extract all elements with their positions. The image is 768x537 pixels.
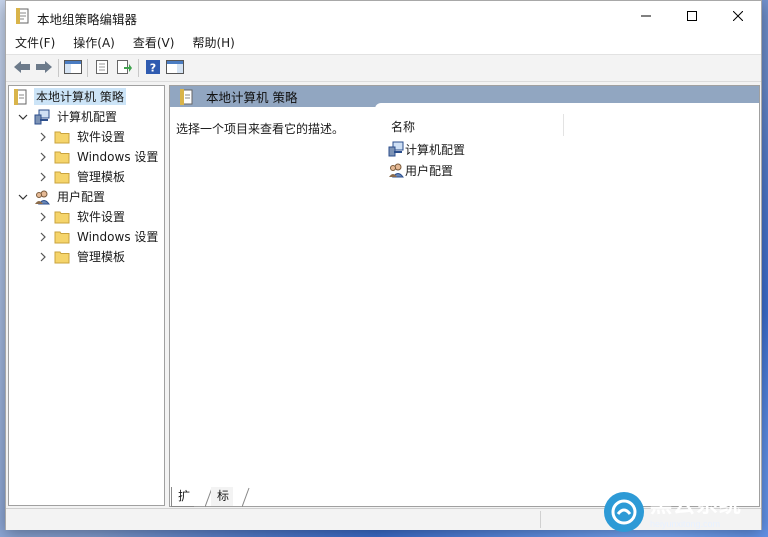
tree-item-user-windows-settings[interactable]: Windows 设置 xyxy=(37,227,160,246)
list-item-user-config[interactable]: 用户配置 xyxy=(388,161,453,179)
description-text: 选择一个项目来查看它的描述。 xyxy=(176,122,345,136)
export-list-icon xyxy=(116,59,132,78)
watermark-logo-icon xyxy=(604,492,644,532)
chevron-down-icon[interactable] xyxy=(17,191,29,203)
list-item-label: 计算机配置 xyxy=(405,142,466,157)
export-list-button[interactable] xyxy=(113,57,135,79)
tree-item-computer-admin-templates[interactable]: 管理模板 xyxy=(37,167,127,186)
toolbar-separator xyxy=(138,59,139,77)
watermark-url: heiyunxitong.com xyxy=(650,519,721,529)
tree-item-computer-windows-settings[interactable]: Windows 设置 xyxy=(37,147,160,166)
show-hide-console-tree-button[interactable] xyxy=(62,57,84,79)
menu-bar: 文件(F) 操作(A) 查看(V) 帮助(H) xyxy=(6,32,761,54)
toolbar-separator xyxy=(87,59,88,77)
tree-item-computer-software-settings[interactable]: 软件设置 xyxy=(37,127,127,146)
tree-item-label: Windows 设置 xyxy=(77,150,159,164)
tree-item-label: 软件设置 xyxy=(77,210,126,224)
tree-item-label: 用户配置 xyxy=(57,190,106,204)
properties-button[interactable] xyxy=(91,57,113,79)
folder-icon xyxy=(54,129,70,145)
watermark-title: 黑云系统 xyxy=(650,493,743,518)
minimize-icon xyxy=(641,10,651,24)
chevron-right-icon[interactable] xyxy=(37,171,49,183)
show-hide-action-pane-button[interactable] xyxy=(164,57,186,79)
policy-document-icon xyxy=(16,8,30,24)
minimize-button[interactable] xyxy=(623,1,669,32)
maximize-icon xyxy=(687,10,697,24)
details-header-title: 本地计算机 策略 xyxy=(206,90,298,105)
toolbar-separator xyxy=(58,59,59,77)
title-bar[interactable]: 本地组策略编辑器 xyxy=(6,1,761,32)
console-tree[interactable]: 本地计算机 策略 计算机配置 软件设置 Windows 设置 管理模板 用户配置… xyxy=(8,85,165,506)
policy-document-icon xyxy=(180,88,194,105)
help-button[interactable]: ? xyxy=(142,57,164,79)
chevron-down-icon[interactable] xyxy=(17,111,29,123)
watermark: 黑云系统 heiyunxitong.com xyxy=(604,487,764,537)
item-list: 名称 计算机配置 用户配置 xyxy=(375,103,759,506)
list-item-computer-config[interactable]: 计算机配置 xyxy=(388,140,465,158)
window-title: 本地组策略编辑器 xyxy=(37,12,138,27)
tree-item-label: 计算机配置 xyxy=(57,110,118,124)
gpedit-window: 本地组策略编辑器 文件(F) 操作(A) 查看(V) 帮助(H) ? 本地计算机… xyxy=(5,0,762,530)
tree-item-label: 本地计算机 策略 xyxy=(34,88,126,105)
menu-file[interactable]: 文件(F) xyxy=(6,32,63,54)
tab-extended[interactable]: 扩展 xyxy=(171,487,195,522)
properties-icon xyxy=(94,59,110,78)
maximize-button[interactable] xyxy=(669,1,715,32)
tree-item-label: Windows 设置 xyxy=(77,230,159,244)
column-divider[interactable] xyxy=(563,114,564,136)
tree-item-computer-config[interactable]: 计算机配置 xyxy=(17,107,119,126)
folder-icon xyxy=(54,249,70,265)
folder-icon xyxy=(54,169,70,185)
tree-item-label: 管理模板 xyxy=(77,170,126,184)
tree-item-label: 软件设置 xyxy=(77,130,126,144)
chevron-right-icon[interactable] xyxy=(37,251,49,263)
chevron-right-icon[interactable] xyxy=(37,151,49,163)
users-icon xyxy=(34,189,50,205)
chevron-right-icon[interactable] xyxy=(37,211,49,223)
close-button[interactable] xyxy=(715,1,761,32)
folder-icon xyxy=(54,209,70,225)
users-icon xyxy=(388,162,404,178)
computer-icon xyxy=(34,109,50,125)
tab-standard[interactable]: 标准 xyxy=(211,487,234,522)
action-pane-icon xyxy=(166,59,184,78)
chevron-right-icon[interactable] xyxy=(37,131,49,143)
console-tree-icon xyxy=(64,59,82,78)
folder-icon xyxy=(54,149,70,165)
tree-item-user-admin-templates[interactable]: 管理模板 xyxy=(37,247,127,266)
list-item-label: 用户配置 xyxy=(405,163,454,178)
menu-help[interactable]: 帮助(H) xyxy=(183,32,242,54)
menu-action[interactable]: 操作(A) xyxy=(64,32,123,54)
folder-icon xyxy=(54,229,70,245)
tree-item-user-config[interactable]: 用户配置 xyxy=(17,187,107,206)
tab-divider xyxy=(241,487,250,508)
policy-document-icon xyxy=(13,88,29,105)
forward-arrow-icon xyxy=(35,60,53,77)
computer-icon xyxy=(388,141,404,157)
tree-item-local-computer-policy[interactable]: 本地计算机 策略 xyxy=(13,87,126,106)
back-arrow-icon xyxy=(13,60,31,77)
toolbar: ? xyxy=(6,54,761,82)
back-button[interactable] xyxy=(11,57,33,79)
status-divider xyxy=(540,511,542,528)
tree-item-user-software-settings[interactable]: 软件设置 xyxy=(37,207,127,226)
watermark-text: 黑云系统 heiyunxitong.com xyxy=(650,495,742,529)
svg-text:?: ? xyxy=(150,61,156,74)
column-header-name[interactable]: 名称 xyxy=(391,118,415,135)
details-pane: 本地计算机 策略 选择一个项目来查看它的描述。 名称 计算机配置 用户配置 xyxy=(169,85,760,507)
close-icon xyxy=(732,10,744,24)
tree-item-label: 管理模板 xyxy=(77,250,126,264)
menu-view[interactable]: 查看(V) xyxy=(124,32,183,54)
forward-button[interactable] xyxy=(33,57,55,79)
chevron-right-icon[interactable] xyxy=(37,231,49,243)
help-icon: ? xyxy=(145,59,161,78)
